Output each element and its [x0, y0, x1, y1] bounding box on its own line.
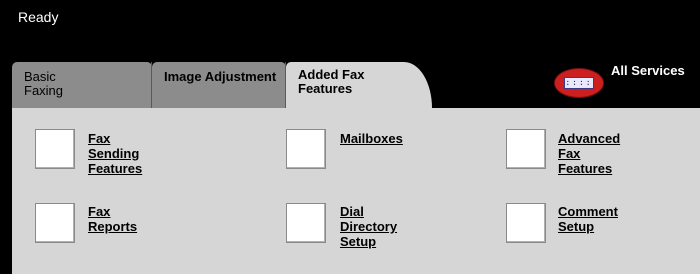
all-services-label: All Services [611, 63, 685, 78]
feature-label: Dial Directory Setup [340, 204, 398, 249]
status-message: Ready [18, 9, 59, 25]
all-services-icon-grid: :::: [564, 77, 594, 89]
feature-select-button[interactable] [286, 203, 326, 243]
feature-select-button[interactable] [506, 129, 546, 169]
feature-label: Fax Reports [88, 204, 138, 234]
feature-label: Mailboxes [340, 131, 403, 146]
tab-label: Basic Faxing [24, 69, 64, 98]
tab-added-fax-features[interactable]: Added Fax Features [286, 62, 432, 110]
all-services-icon: :::: [554, 68, 604, 98]
feature-select-button[interactable] [35, 129, 75, 169]
all-services-button[interactable]: :::: All Services [554, 62, 694, 102]
feature-select-button[interactable] [286, 129, 326, 169]
tab-label: Image Adjustment [164, 69, 277, 84]
feature-select-button[interactable] [35, 203, 75, 243]
tab-image-adjustment[interactable]: Image Adjustment [152, 62, 286, 108]
tab-basic-faxing[interactable]: Basic Faxing [12, 62, 152, 108]
tab-label: Added Fax Features [298, 67, 365, 96]
feature-label: Fax Sending Features [88, 131, 143, 176]
feature-label: Comment Setup [558, 204, 618, 234]
feature-label: Advanced Fax Features [558, 131, 621, 176]
features-panel: Fax Sending Features Mailboxes Advanced … [12, 108, 700, 274]
feature-select-button[interactable] [506, 203, 546, 243]
